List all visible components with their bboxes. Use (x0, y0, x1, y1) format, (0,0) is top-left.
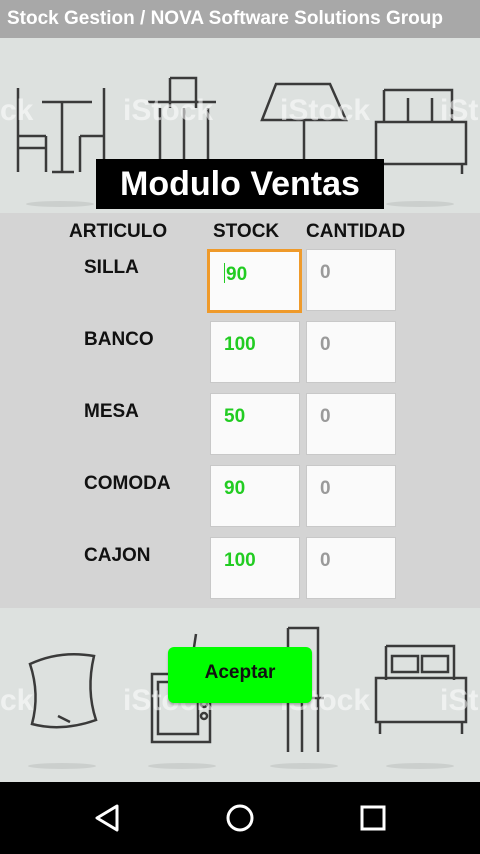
header-cantidad: CANTIDAD (306, 221, 406, 242)
cantidad-field-comoda[interactable]: 0 (306, 465, 396, 527)
header-articulo: ARTICULO (69, 221, 168, 242)
app-title: Stock Gestion / NOVA Software Solutions … (7, 8, 443, 29)
cantidad-field-banco[interactable]: 0 (306, 321, 396, 383)
cantidad-field-cajon[interactable]: 0 (306, 537, 396, 599)
row-label-cajon: CAJON (84, 545, 151, 566)
stock-field-silla[interactable]: 90 (207, 249, 302, 313)
module-title: Modulo Ventas (96, 159, 384, 209)
row-label-comoda: COMODA (84, 473, 171, 494)
app-title-bar: Stock Gestion / NOVA Software Solutions … (0, 0, 480, 38)
back-icon[interactable] (89, 800, 125, 836)
svg-text:iSt: iSt (440, 684, 478, 717)
sales-table: ARTICULO STOCK CANTIDAD SILLA 90 0 BANCO… (0, 213, 480, 608)
cantidad-field-mesa[interactable]: 0 (306, 393, 396, 455)
header-banner: ck iStock iStock iSt Modulo Ventas (0, 38, 480, 213)
text-caret (224, 263, 225, 283)
header-stock: STOCK (213, 221, 280, 242)
row-label-mesa: MESA (84, 401, 139, 422)
accept-button[interactable]: Aceptar (168, 647, 312, 703)
svg-text:ck: ck (0, 684, 34, 717)
stock-field-banco[interactable]: 100 (210, 321, 300, 383)
svg-text:iStock: iStock (123, 94, 213, 127)
stock-field-cajon[interactable]: 100 (210, 537, 300, 599)
row-label-silla: SILLA (84, 257, 139, 278)
row-label-banco: BANCO (84, 329, 154, 350)
stock-value: 90 (226, 264, 248, 285)
home-icon[interactable] (222, 800, 258, 836)
stock-field-comoda[interactable]: 90 (210, 465, 300, 527)
stock-field-mesa[interactable]: 50 (210, 393, 300, 455)
cantidad-field-silla[interactable]: 0 (306, 249, 396, 311)
svg-text:ck: ck (0, 94, 34, 127)
svg-text:iSt: iSt (440, 94, 478, 127)
recents-icon[interactable] (355, 800, 391, 836)
system-nav-bar (0, 782, 480, 854)
svg-text:iStock: iStock (280, 94, 370, 127)
